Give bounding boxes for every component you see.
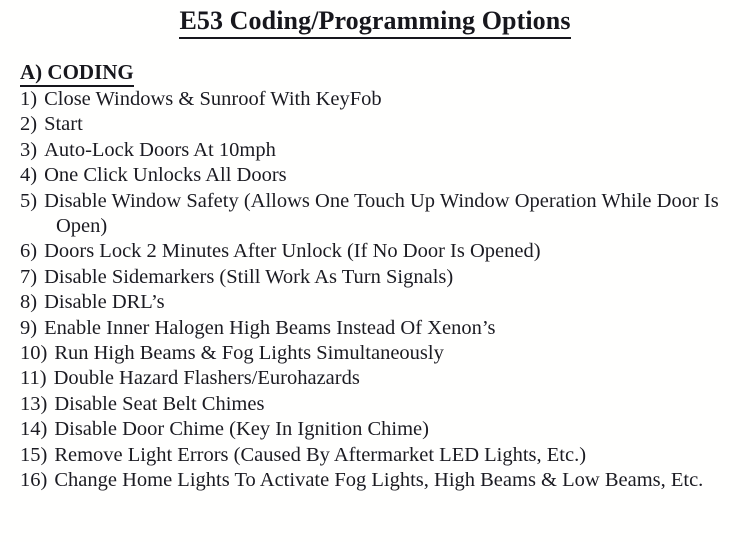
- list-item-number: 4): [20, 164, 38, 187]
- list-item-number: 16): [20, 469, 48, 492]
- list-item-label: Double Hazard Flashers/Eurohazards: [53, 367, 360, 390]
- list-item-label: Disable Seat Belt Chimes: [54, 392, 265, 415]
- list-item-label: Enable Inner Halogen High Beams Instead …: [44, 316, 496, 339]
- list-item: 16) Change Home Lights To Activate Fog Li…: [20, 468, 730, 493]
- list-item-label: One Click Unlocks All Doors: [44, 164, 287, 187]
- list-item: 1) Close Windows & Sunroof With KeyFob: [20, 87, 730, 112]
- list-item-number: 5): [20, 189, 38, 212]
- list-item-label: Auto-Lock Doors At 10mph: [44, 138, 276, 161]
- list-item-number: 13): [20, 392, 48, 415]
- list-item-number: 3): [20, 138, 38, 161]
- list-item-label: Close Windows & Sunroof With KeyFob: [44, 88, 382, 110]
- list-item: 11) Double Hazard Flashers/Eurohazards: [20, 366, 730, 391]
- list-item: 13) Disable Seat Belt Chimes: [20, 392, 730, 417]
- list-item: 4) One Click Unlocks All Doors: [20, 163, 730, 188]
- list-item-number: 10): [20, 342, 48, 365]
- list-item: 3) Auto-Lock Doors At 10mph: [20, 138, 730, 163]
- list-item: 10) Run High Beams & Fog Lights Simultane…: [20, 341, 730, 366]
- list-item-number: 7): [20, 265, 38, 288]
- list-item-number: 11): [20, 367, 47, 390]
- page-title-text: E53 Coding/Programming Options: [179, 6, 571, 39]
- list-item-label: Disable DRL’s: [44, 291, 165, 314]
- list-item-label: Doors Lock 2 Minutes After Unlock (If No…: [44, 240, 541, 263]
- list-item: 15) Remove Light Errors (Caused By Afterm…: [20, 443, 730, 468]
- list-item-number: 14): [20, 418, 48, 441]
- list-item: 6) Doors Lock 2 Minutes After Unlock (If …: [20, 239, 730, 264]
- list-item-label: Disable Window Safety (Allows One Touch …: [44, 189, 719, 238]
- list-item-number: 1): [20, 88, 38, 110]
- list-item-label: Disable Door Chime (Key In Ignition Chim…: [54, 418, 429, 441]
- section-heading-coding: A) CODING: [20, 60, 134, 88]
- list-item: 2) Start: [20, 112, 730, 137]
- list-item: 14) Disable Door Chime (Key In Ignition C…: [20, 417, 730, 442]
- list-item-number: 15): [20, 443, 48, 466]
- list-item-number: 9): [20, 316, 38, 339]
- list-item-number: 2): [20, 113, 38, 136]
- list-item-label: Remove Light Errors (Caused By Aftermark…: [54, 443, 587, 466]
- page-title: E53 Coding/Programming Options: [0, 6, 750, 39]
- list-item-label: Start: [44, 113, 83, 136]
- document-page: E53 Coding/Programming Options A) CODING…: [0, 0, 750, 542]
- list-item-label: Disable Sidemarkers (Still Work As Turn …: [44, 265, 454, 288]
- list-item: 5) Disable Window Safety (Allows One Touc…: [20, 189, 730, 240]
- section-heading-text: A) CODING: [20, 60, 134, 88]
- list-item: 9) Enable Inner Halogen High Beams Instea…: [20, 316, 730, 341]
- list-item-number: 6): [20, 240, 38, 263]
- list-item: 8) Disable DRL’s: [20, 290, 730, 315]
- list-item-label: Change Home Lights To Activate Fog Light…: [54, 469, 704, 492]
- coding-options-list: 1) Close Windows & Sunroof With KeyFob 2) S…: [20, 87, 730, 494]
- list-item-label: Run High Beams & Fog Lights Simultaneous…: [54, 342, 444, 365]
- list-item: 7) Disable Sidemarkers (Still Work As Tur…: [20, 265, 730, 290]
- list-item-number: 8): [20, 291, 38, 314]
